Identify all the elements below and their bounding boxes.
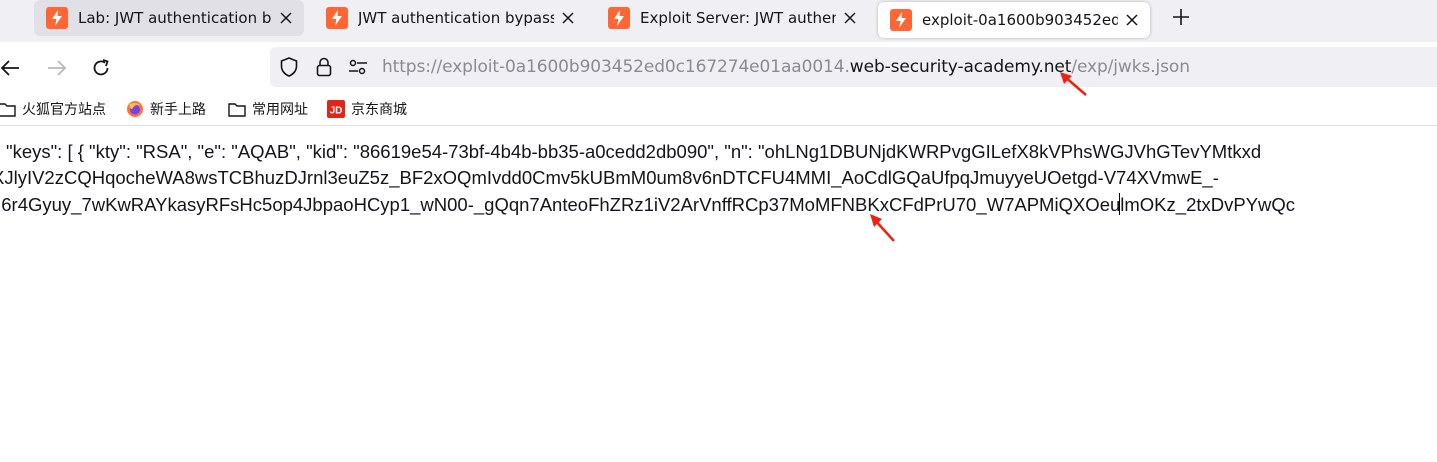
annotation-arrow-icon (870, 214, 895, 242)
json-line-2: XJlyIV2zCQHqocheWA8wsTCBhuzDJrnl3euZ5z_B… (0, 167, 1219, 188)
new-tab-button[interactable] (1168, 4, 1194, 30)
url-prefix: https://exploit-0a1600b903452ed0c167274e… (382, 57, 850, 77)
bookmark-jd[interactable]: JD 京东商城 (327, 98, 407, 120)
tab-title: Lab: JWT authentication byp (78, 9, 272, 27)
text-caret (1119, 193, 1120, 215)
tab-jwks-active[interactable]: exploit-0a1600b903452ed0c1 (878, 2, 1150, 38)
bookmark-label: 常用网址 (252, 102, 308, 118)
forward-button[interactable] (45, 56, 69, 80)
close-icon[interactable] (842, 10, 858, 26)
reload-button[interactable] (89, 56, 113, 80)
lock-icon[interactable] (314, 57, 334, 77)
bookmark-label: 京东商城 (351, 102, 407, 118)
lightning-icon (46, 7, 68, 29)
json-line-3: J6r4Gyuy_7wKwRAYkasyRFsHc5op4JbpaoHCyp1_… (0, 194, 1296, 215)
plus-icon (1173, 9, 1189, 25)
tab-lab[interactable]: Lab: JWT authentication byp (34, 0, 304, 36)
folder-icon (228, 100, 246, 118)
back-button[interactable] (0, 56, 22, 80)
arrow-left-icon (0, 60, 19, 76)
firefox-icon (126, 100, 144, 118)
folder-icon (0, 100, 16, 118)
address-bar[interactable]: https://exploit-0a1600b903452ed0c167274e… (270, 47, 1437, 87)
bookmark-label: 火狐官方站点 (22, 102, 106, 118)
lightning-icon (608, 7, 630, 29)
bookmark-getting-started[interactable]: 新手上路 (126, 98, 206, 120)
jd-icon: JD (327, 100, 345, 118)
tab-strip: Lab: JWT authentication byp JWT authenti… (0, 0, 1437, 42)
bookmarks-toolbar: 火狐官方站点 新手上路 常用网址 JD 京东商城 (0, 94, 1437, 126)
svg-text:JD: JD (330, 106, 343, 117)
page-content: "keys": [ { "kty": "RSA", "e": "AQAB", "… (0, 127, 1437, 462)
lightning-icon (326, 7, 348, 29)
close-icon[interactable] (1124, 12, 1140, 28)
arrow-right-icon (48, 60, 67, 76)
close-icon[interactable] (560, 10, 576, 26)
bookmark-firefox-official[interactable]: 火狐官方站点 (0, 98, 106, 120)
navigation-toolbar: https://exploit-0a1600b903452ed0c167274e… (0, 42, 1437, 94)
bookmark-common-sites[interactable]: 常用网址 (228, 98, 308, 120)
tab-title: Exploit Server: JWT authentic (640, 9, 836, 27)
annotation-arrow-icon (1060, 72, 1087, 96)
tab-title: JWT authentication bypass vi (358, 9, 554, 27)
shield-icon[interactable] (279, 57, 299, 77)
json-line-1: "keys": [ { "kty": "RSA", "e": "AQAB", "… (6, 141, 1262, 162)
tab-title: exploit-0a1600b903452ed0c1 (922, 11, 1118, 29)
lightning-icon (890, 9, 912, 31)
close-icon[interactable] (278, 10, 294, 26)
permissions-icon[interactable] (348, 57, 368, 77)
url-host: web-security-academy.net (849, 57, 1072, 77)
reload-icon (93, 59, 109, 76)
tab-exploit-server[interactable]: Exploit Server: JWT authentic (596, 0, 868, 36)
bookmark-label: 新手上路 (150, 102, 206, 118)
tab-jwt-bypass[interactable]: JWT authentication bypass vi (314, 0, 586, 36)
